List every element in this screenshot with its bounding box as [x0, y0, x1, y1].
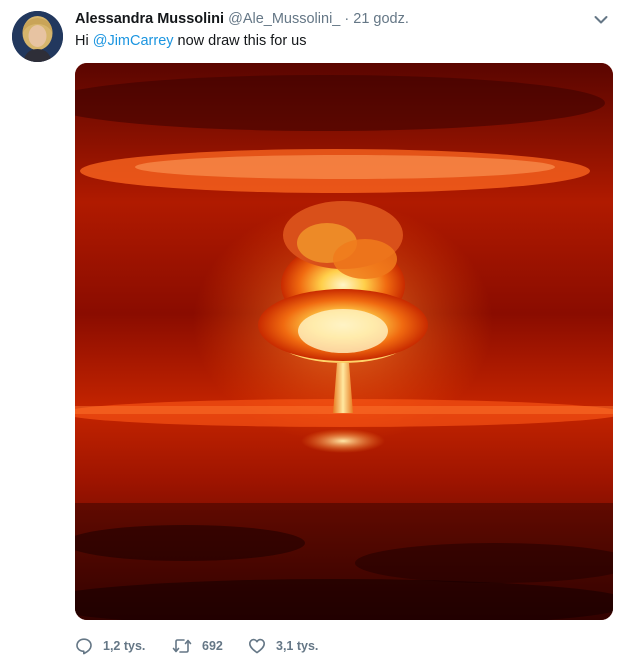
like-button[interactable]: 3,1 tys. [248, 637, 348, 655]
mention-link[interactable]: @JimCarrey [93, 33, 174, 49]
tweet-text: Hi @JimCarrey now draw this for us [75, 31, 307, 51]
like-count: 3,1 tys. [276, 639, 319, 653]
retweet-icon [172, 639, 192, 653]
tweet-actions: 1,2 tys. 692 3,1 tys. [75, 636, 348, 656]
author-name[interactable]: Alessandra Mussolini [75, 11, 224, 27]
text-prefix: Hi [75, 33, 93, 49]
retweet-count: 692 [202, 639, 223, 653]
reply-icon [76, 638, 92, 655]
retweet-button[interactable]: 692 [172, 637, 248, 655]
avatar[interactable] [12, 11, 63, 62]
tweet-timestamp[interactable]: 21 godz. [353, 11, 409, 27]
reply-count: 1,2 tys. [103, 639, 146, 653]
separator-dot: · [344, 11, 350, 27]
text-suffix: now draw this for us [173, 33, 307, 49]
tweet-header: Alessandra Mussolini @Ale_Mussolini_ · 2… [75, 9, 409, 29]
chevron-down-icon[interactable] [592, 11, 610, 29]
tweet-media-image[interactable] [75, 63, 613, 620]
tweet: Alessandra Mussolini @Ale_Mussolini_ · 2… [0, 0, 623, 660]
heart-icon [249, 638, 265, 654]
reply-button[interactable]: 1,2 tys. [75, 637, 172, 655]
author-handle[interactable]: @Ale_Mussolini_ [228, 11, 340, 27]
